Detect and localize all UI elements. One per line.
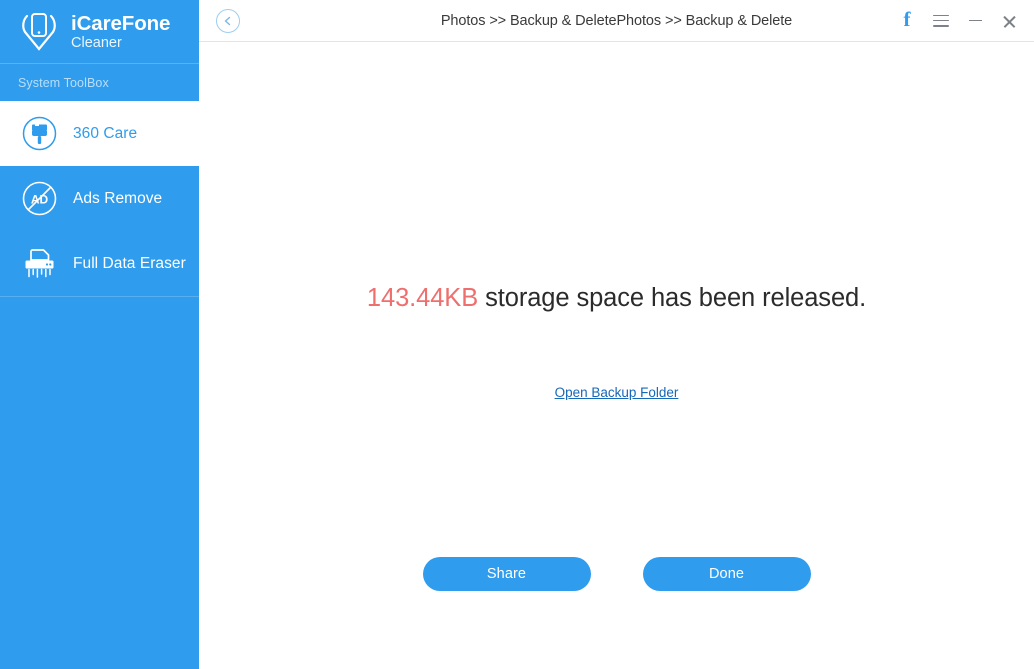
brand-header: iCareFone Cleaner bbox=[0, 0, 199, 63]
minimize-icon[interactable] bbox=[958, 4, 992, 38]
main-panel: Photos >> Backup & DeletePhotos >> Backu… bbox=[199, 0, 1034, 669]
content-area: 143.44KB storage space has been released… bbox=[199, 42, 1034, 669]
result-message: 143.44KB storage space has been released… bbox=[199, 284, 1034, 313]
sidebar-item-label: Ads Remove bbox=[73, 189, 163, 207]
svg-text:AD: AD bbox=[31, 193, 49, 207]
sidebar-bottom-divider bbox=[0, 296, 199, 297]
sidebar-item-label: Full Data Eraser bbox=[73, 254, 186, 272]
phone-pin-logo-icon bbox=[19, 10, 59, 54]
sidebar-item-360-care[interactable]: 360 Care bbox=[0, 101, 199, 166]
released-size-value: 143.44KB bbox=[366, 284, 479, 312]
close-icon[interactable] bbox=[992, 4, 1026, 38]
ad-blocked-circle-icon: AD bbox=[19, 178, 60, 219]
done-button[interactable]: Done bbox=[642, 557, 811, 591]
released-message-text: storage space has been released. bbox=[478, 284, 867, 312]
titlebar: Photos >> Backup & DeletePhotos >> Backu… bbox=[199, 0, 1034, 42]
paper-shredder-icon bbox=[19, 243, 60, 284]
paintbrush-circle-icon bbox=[19, 113, 60, 154]
action-buttons-row: Share Done bbox=[199, 557, 1034, 591]
hamburger-menu-icon[interactable] bbox=[924, 4, 958, 38]
brand-title: iCareFone bbox=[71, 11, 171, 35]
sidebar: iCareFone Cleaner System ToolBox 360 Car… bbox=[0, 0, 199, 669]
sidebar-item-label: 360 Care bbox=[73, 124, 138, 142]
open-backup-folder-link-wrap: Open Backup Folder bbox=[199, 384, 1034, 402]
share-button[interactable]: Share bbox=[422, 557, 591, 591]
open-backup-folder-link[interactable]: Open Backup Folder bbox=[555, 385, 679, 400]
sidebar-section-label: System ToolBox bbox=[18, 75, 109, 90]
facebook-icon[interactable]: f bbox=[890, 4, 924, 38]
sidebar-item-full-data-eraser[interactable]: Full Data Eraser bbox=[0, 231, 199, 296]
back-chevron-circle-icon[interactable] bbox=[216, 8, 240, 33]
brand-subtitle: Cleaner bbox=[71, 34, 122, 51]
sidebar-item-ads-remove[interactable]: AD Ads Remove bbox=[0, 166, 199, 231]
window-controls: f bbox=[890, 4, 1026, 38]
